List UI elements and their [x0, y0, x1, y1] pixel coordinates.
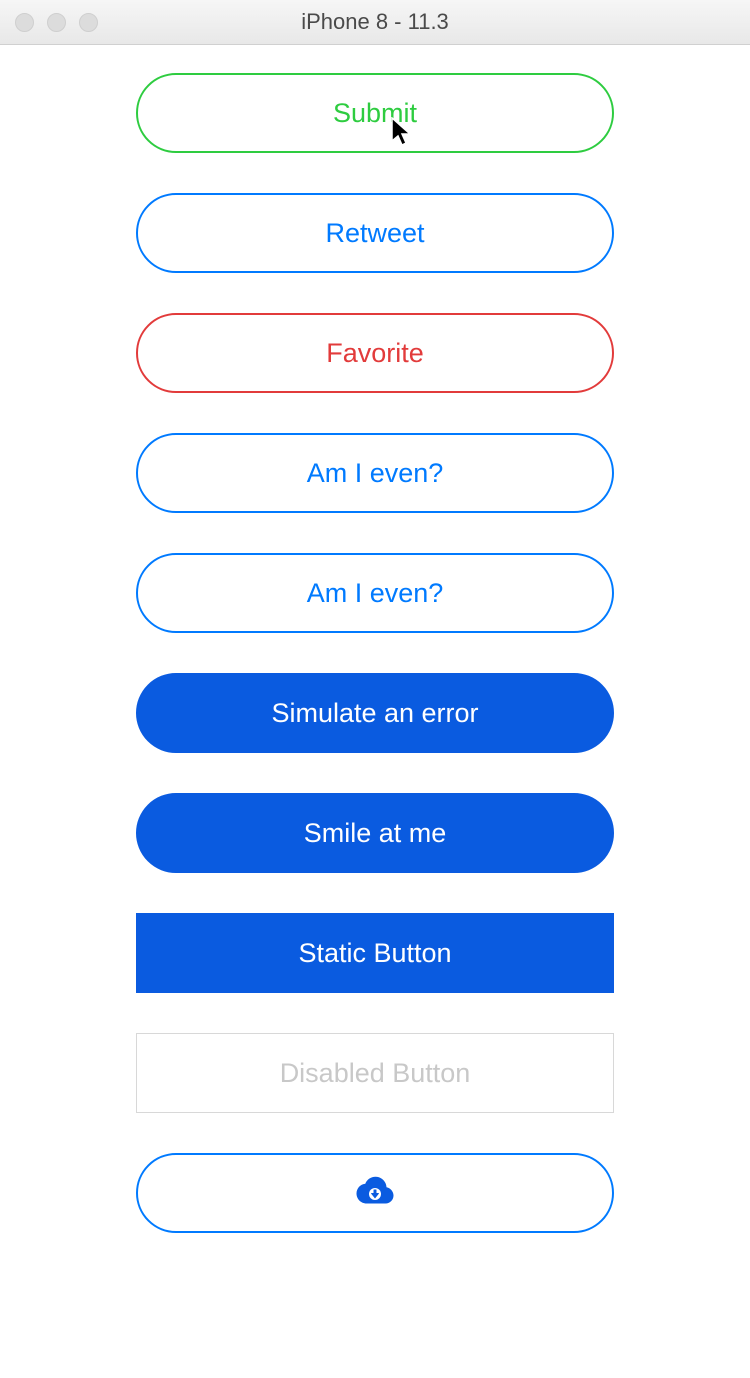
static-button[interactable]: Static Button: [136, 913, 614, 993]
am-i-even-button-2-label: Am I even?: [307, 578, 444, 609]
retweet-button[interactable]: Retweet: [136, 193, 614, 273]
static-button-label: Static Button: [298, 938, 451, 969]
submit-button-label: Submit: [333, 98, 417, 129]
am-i-even-button-1-label: Am I even?: [307, 458, 444, 489]
simulate-error-button[interactable]: Simulate an error: [136, 673, 614, 753]
simulator-screen: Submit Retweet Favorite Am I even? Am I …: [0, 45, 750, 1273]
smile-button[interactable]: Smile at me: [136, 793, 614, 873]
cloud-download-button[interactable]: [136, 1153, 614, 1233]
submit-button[interactable]: Submit: [136, 73, 614, 153]
zoom-window-button[interactable]: [79, 13, 98, 32]
am-i-even-button-2[interactable]: Am I even?: [136, 553, 614, 633]
favorite-button[interactable]: Favorite: [136, 313, 614, 393]
minimize-window-button[interactable]: [47, 13, 66, 32]
disabled-button-label: Disabled Button: [280, 1058, 471, 1089]
retweet-button-label: Retweet: [325, 218, 424, 249]
smile-button-label: Smile at me: [304, 818, 447, 849]
am-i-even-button-1[interactable]: Am I even?: [136, 433, 614, 513]
disabled-button: Disabled Button: [136, 1033, 614, 1113]
window-titlebar: iPhone 8 - 11.3: [0, 0, 750, 45]
close-window-button[interactable]: [15, 13, 34, 32]
simulate-error-button-label: Simulate an error: [271, 698, 478, 729]
traffic-lights: [15, 13, 98, 32]
window-title: iPhone 8 - 11.3: [0, 9, 750, 35]
cloud-download-icon: [356, 1175, 394, 1212]
favorite-button-label: Favorite: [326, 338, 424, 369]
